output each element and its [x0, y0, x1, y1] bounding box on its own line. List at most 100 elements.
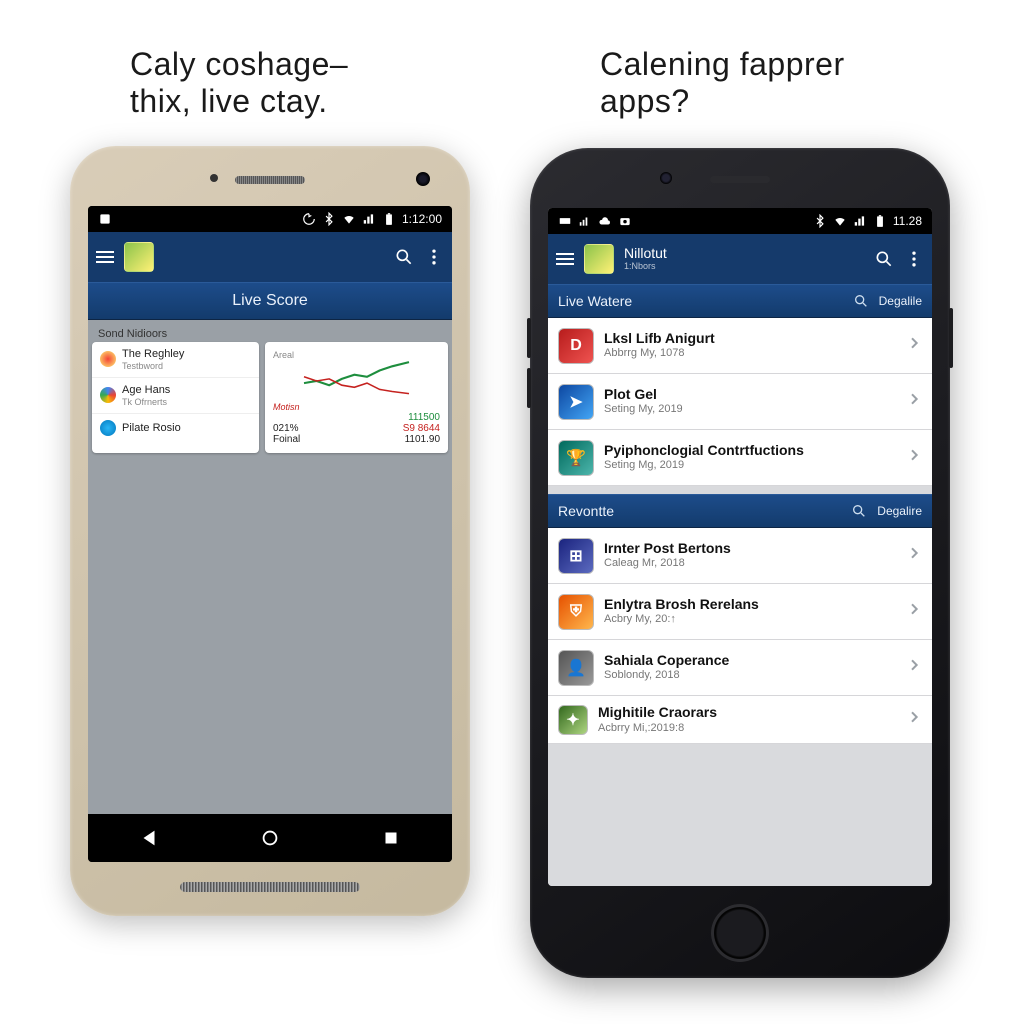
- app-icon: ✦: [558, 705, 588, 735]
- app-icon: D: [558, 328, 594, 364]
- team-icon: [100, 351, 116, 367]
- list-item[interactable]: 👤Sahiala CoperanceSoblondy, 2018: [548, 640, 932, 696]
- list-item-sub: Acbrry Mi,:2019:8: [598, 722, 896, 736]
- app-logo-icon: [584, 244, 614, 274]
- app-icon: 🏆: [558, 440, 594, 476]
- caption-left: Caly coshage– thix, live ctay.: [130, 46, 450, 120]
- list-item[interactable]: 🏆Pyiphonclogial ContrtfuctionsSeting Mg,…: [548, 430, 932, 486]
- list-item[interactable]: ✦ Mighitile CraorarsAcbrry Mi,:2019:8: [548, 696, 932, 744]
- list-item[interactable]: ⊞Irnter Post BertonsCaleag Mr, 2018: [548, 528, 932, 584]
- front-camera: [660, 172, 672, 184]
- app-logo-icon: [124, 242, 154, 272]
- chevron-right-icon: [906, 335, 922, 356]
- iphone-screen: 11.28 Nillotut 1:Nbors Live Watere Degal…: [548, 208, 932, 886]
- list-item-sub: Acbry My, 20:↑: [604, 613, 896, 627]
- chevron-right-icon: [906, 391, 922, 412]
- search-icon[interactable]: [853, 293, 869, 309]
- earpiece: [235, 176, 305, 184]
- overflow-menu-icon[interactable]: [904, 249, 924, 269]
- chevron-right-icon: [906, 447, 922, 468]
- menu-button[interactable]: [556, 253, 574, 265]
- list-item-title: Mighitile Craorars: [598, 704, 896, 722]
- volume-up-button: [527, 318, 531, 358]
- search-icon[interactable]: [851, 503, 867, 519]
- list-item-title: Lksl Lifb Anigurt: [604, 330, 896, 348]
- back-button[interactable]: [138, 827, 160, 849]
- chart-row-r: S9 8644: [403, 423, 440, 434]
- ios-content-area[interactable]: Live Watere Degalile DLksl Lifb AnigurtA…: [548, 284, 932, 886]
- list-item[interactable]: Age HansTk Ofrnerts: [92, 378, 259, 414]
- list-item[interactable]: Pilate Rosio: [92, 414, 259, 442]
- sync-icon: [302, 212, 316, 226]
- list-item-title: Plot Gel: [604, 386, 896, 404]
- chart-row-r: 111500: [408, 412, 440, 423]
- list-item[interactable]: D Lksl Lifb AnigurtAbbrrg My, 1078: [548, 318, 932, 374]
- app-title: Nillotut: [624, 246, 667, 261]
- teams-card[interactable]: The ReghleyTestbword Age HansTk Ofrnerts…: [92, 342, 259, 453]
- chevron-right-icon: [906, 545, 922, 566]
- caption-right: Calening fapprer apps?: [600, 46, 920, 120]
- list-item-title: Age Hans: [122, 384, 251, 397]
- chart-mid-label: Motisn: [273, 402, 440, 412]
- android-statusbar: 1:12:00: [88, 206, 452, 232]
- chart-row-r: 1101.90: [405, 434, 440, 445]
- app-icon: ⊞: [558, 538, 594, 574]
- list-item[interactable]: ⛨Enlytra Brosh RerelansAcbry My, 20:↑: [548, 584, 932, 640]
- bluetooth-icon: [813, 214, 827, 228]
- app-icon: ➤: [558, 384, 594, 420]
- ios-statusbar: 11.28: [548, 208, 932, 234]
- earpiece: [710, 176, 770, 183]
- section-action-label[interactable]: Degalile: [879, 294, 922, 308]
- list-item-sub: Tk Ofrnerts: [122, 397, 251, 407]
- notification-icon: [98, 212, 112, 226]
- menu-button[interactable]: [96, 251, 114, 263]
- card-icon: [558, 214, 572, 228]
- overflow-menu-icon[interactable]: [424, 247, 444, 267]
- list-item-title: Pyiphonclogial Contrtfuctions: [604, 442, 896, 460]
- list-item[interactable]: ➤ Plot GelSeting My, 2019: [548, 374, 932, 430]
- signal-icon: [853, 214, 867, 228]
- camera-status-icon: [618, 214, 632, 228]
- android-content-area[interactable]: Sond Nidioors The ReghleyTestbword Age H…: [88, 320, 452, 814]
- android-navbar: [88, 814, 452, 862]
- status-time: 11.28: [893, 214, 922, 228]
- list-item-title: Sahiala Coperance: [604, 652, 896, 670]
- speaker-grille: [180, 882, 360, 892]
- signal-bars-icon: [578, 214, 592, 228]
- list-item-sub: Abbrrg My, 1078: [604, 347, 896, 361]
- team-icon: [100, 420, 116, 436]
- section-title: Revontte: [558, 503, 614, 519]
- chevron-right-icon: [906, 601, 922, 622]
- search-icon[interactable]: [874, 249, 894, 269]
- wifi-icon: [342, 212, 356, 226]
- status-time: 1:12:00: [402, 212, 442, 226]
- app-subtitle: 1:Nbors: [624, 262, 667, 272]
- list-item[interactable]: The ReghleyTestbword: [92, 342, 259, 378]
- list-item-sub: Testbword: [122, 361, 251, 371]
- list-subheader: Sond Nidioors: [92, 324, 448, 342]
- section-header: Revontte Degalire: [548, 494, 932, 528]
- home-button[interactable]: [259, 827, 281, 849]
- android-actionbar: [88, 232, 452, 282]
- iphone-frame: 11.28 Nillotut 1:Nbors Live Watere Degal…: [530, 148, 950, 978]
- home-button[interactable]: [711, 904, 769, 962]
- section-header: Live Watere Degalile: [548, 284, 932, 318]
- app-icon: ⛨: [558, 594, 594, 630]
- sparkline-chart: [273, 360, 440, 402]
- section-action-label[interactable]: Degalire: [877, 504, 922, 518]
- front-camera: [416, 172, 430, 186]
- list-item-title: Pilate Rosio: [122, 422, 251, 435]
- search-icon[interactable]: [394, 247, 414, 267]
- list-item-sub: Seting My, 2019: [604, 403, 896, 417]
- wifi-icon: [833, 214, 847, 228]
- sensor-dot: [210, 174, 218, 182]
- chart-row-l: 021%: [273, 423, 299, 434]
- list-item-sub: Soblondy, 2018: [604, 669, 896, 683]
- android-screen: 1:12:00 Live Score Sond Nidioors The Reg…: [88, 206, 452, 862]
- recents-button[interactable]: [380, 827, 402, 849]
- ios-actionbar: Nillotut 1:Nbors: [548, 234, 932, 284]
- chevron-right-icon: [906, 709, 922, 730]
- chart-card[interactable]: Areal Motisn 111500 021%S9 8644 Foinal11…: [265, 342, 448, 453]
- list-item-title: Irnter Post Bertons: [604, 540, 896, 558]
- bluetooth-icon: [322, 212, 336, 226]
